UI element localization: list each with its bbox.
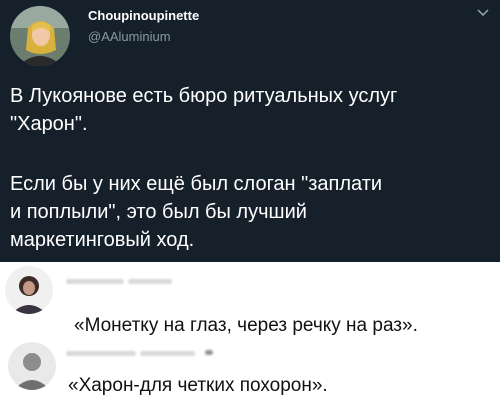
comment-2-badge-blurred: [205, 350, 213, 355]
tweet-card: Choupinoupinette @AAluminium В Лукоянове…: [0, 0, 500, 262]
tweet-text-paragraph-2: Если бы у них ещё был слоган "заплати и …: [10, 173, 383, 251]
tweet-text-paragraph-1: В Лукоянове есть бюро ритуальных услуг "…: [10, 85, 398, 135]
comment-1-avatar[interactable]: [5, 266, 53, 314]
comment-1-text: «Монетку на глаз, через речку на раз».: [74, 315, 418, 336]
tweet-author-handle[interactable]: @AAluminium: [88, 29, 171, 44]
comment-1-author-name-blurred: [66, 279, 124, 284]
comment-2-author-handle-blurred: [140, 351, 195, 356]
chevron-down-icon[interactable]: [476, 6, 490, 20]
tweet-author-name[interactable]: Choupinoupinette: [88, 8, 199, 23]
comment-2-avatar[interactable]: [8, 342, 56, 390]
comment-1-author-handle-blurred: [128, 279, 172, 284]
comment-2-author-name-blurred: [66, 351, 136, 356]
tweet-author-avatar[interactable]: [10, 6, 70, 66]
comment-2-text: «Харон-для четких похорон».: [68, 375, 328, 396]
